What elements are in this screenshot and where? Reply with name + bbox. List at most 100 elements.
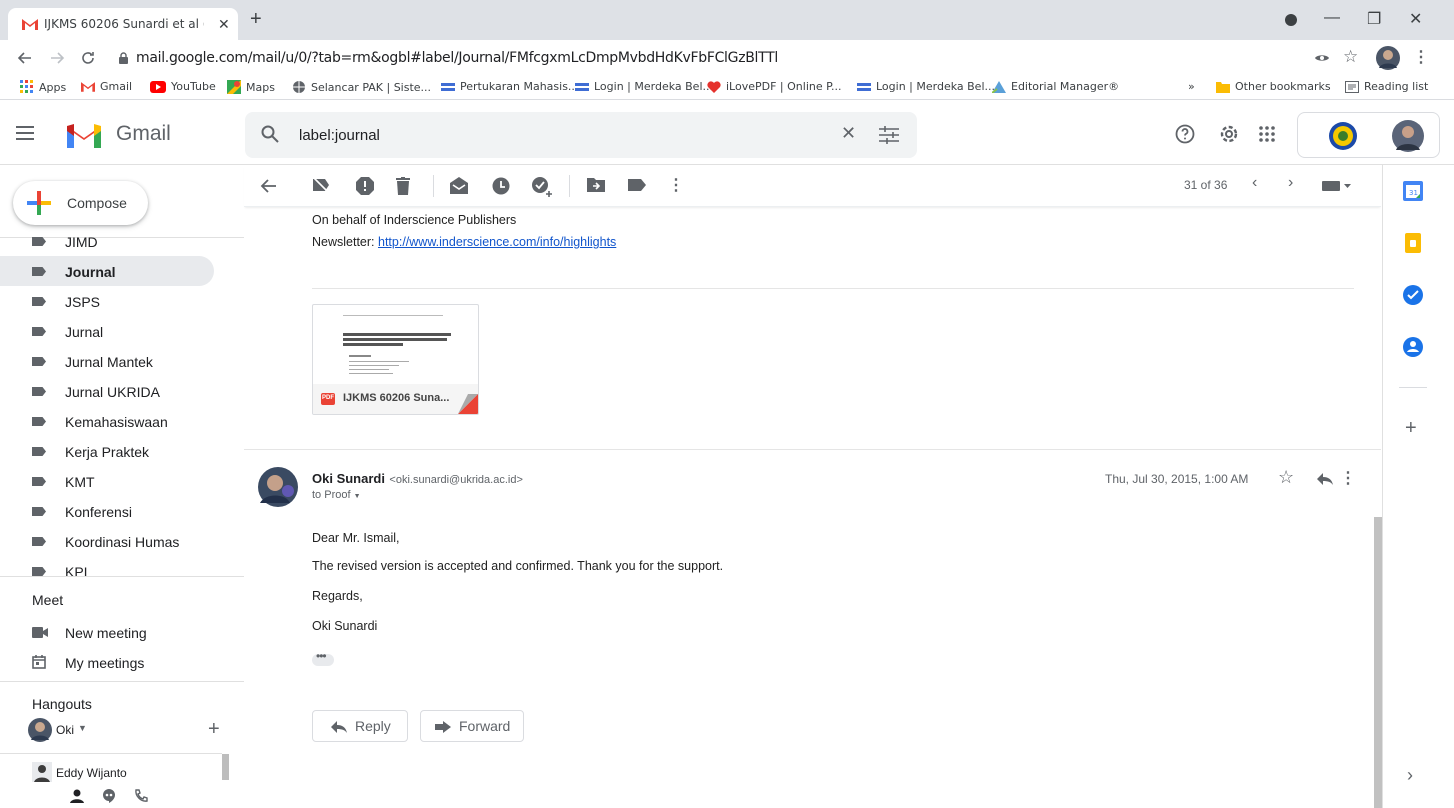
eye-icon[interactable]: [1314, 52, 1330, 64]
label-kerja-praktek[interactable]: Kerja Praktek: [0, 436, 214, 466]
snooze-clock-icon[interactable]: [492, 177, 510, 195]
maximize-icon[interactable]: ❐: [1367, 9, 1381, 29]
labels-icon[interactable]: [628, 179, 646, 191]
main-scrollbar-thumb[interactable]: [1374, 517, 1382, 808]
compose-button[interactable]: Compose: [13, 181, 148, 225]
bookmark-apps[interactable]: Apps: [20, 80, 66, 94]
label-jimd[interactable]: JIMD: [0, 226, 214, 256]
new-tab-icon[interactable]: +: [250, 8, 262, 31]
minimize-icon[interactable]: —: [1324, 9, 1340, 27]
lock-icon[interactable]: [118, 52, 129, 65]
reload-icon[interactable]: [80, 50, 96, 66]
new-conversation-icon[interactable]: +: [208, 718, 220, 741]
message-more-icon[interactable]: ⋮: [1340, 468, 1356, 488]
google-keep-icon[interactable]: [1403, 233, 1423, 253]
show-side-panel-icon[interactable]: ›: [1407, 765, 1413, 786]
more-actions-icon[interactable]: ⋮: [668, 175, 684, 195]
hangouts-self-status[interactable]: Oki ▼ +: [28, 718, 228, 744]
mark-unread-icon[interactable]: [450, 177, 468, 194]
label-konferensi[interactable]: Konferensi: [0, 496, 214, 526]
bookmark-gmail[interactable]: Gmail: [81, 80, 132, 93]
contacts-person-icon[interactable]: [70, 789, 84, 803]
show-trimmed-content-button[interactable]: •••: [312, 649, 334, 666]
search-bar[interactable]: label:journal ✕: [245, 112, 917, 158]
reading-list-button[interactable]: Reading list: [1345, 80, 1428, 93]
phone-icon[interactable]: [134, 789, 148, 803]
bookmark-pertukaran[interactable]: Pertukaran Mahasis...: [441, 80, 578, 93]
archive-icon[interactable]: [312, 177, 330, 193]
reply-icon[interactable]: [1317, 473, 1333, 485]
search-icon[interactable]: [261, 125, 279, 143]
bookmark-youtube[interactable]: YouTube: [150, 80, 216, 93]
profile-dot-icon[interactable]: [1284, 13, 1298, 27]
bookmark-ilovepdf[interactable]: iLovePDF | Online P...: [707, 80, 842, 93]
bookmark-merdeka-1[interactable]: Login | Merdeka Bel...: [575, 80, 713, 93]
other-bookmarks-button[interactable]: Other bookmarks: [1216, 80, 1331, 93]
close-tab-icon[interactable]: ✕: [218, 16, 230, 33]
label-jurnal-mantek[interactable]: Jurnal Mantek: [0, 346, 214, 376]
label-kemahasiswaan[interactable]: Kemahasiswaan: [0, 406, 214, 436]
bookmark-merdeka-2[interactable]: Login | Merdeka Bel...: [857, 80, 995, 93]
bookmarks-overflow-button[interactable]: »: [1188, 80, 1195, 93]
move-to-icon[interactable]: [587, 177, 605, 192]
url-text[interactable]: mail.google.com/mail/u/0/?tab=rm&ogbl#la…: [136, 50, 778, 66]
bookmark-selancar[interactable]: Selancar PAK | Siste...: [292, 80, 431, 94]
search-input[interactable]: label:journal: [299, 127, 380, 144]
message-closing: Regards,: [312, 589, 363, 603]
star-bookmark-icon[interactable]: ☆: [1343, 47, 1358, 67]
main-menu-icon[interactable]: [16, 126, 34, 140]
profile-avatar-icon[interactable]: [1376, 46, 1400, 70]
label-jsps[interactable]: JSPS: [0, 286, 214, 316]
star-icon[interactable]: ☆: [1278, 467, 1294, 488]
forward-icon[interactable]: [50, 51, 66, 65]
get-addons-plus-icon[interactable]: +: [1405, 417, 1417, 440]
add-to-tasks-icon[interactable]: [532, 177, 552, 197]
bookmark-editorial-manager[interactable]: Editorial Manager®: [992, 80, 1119, 93]
self-name: Oki: [56, 723, 74, 737]
browser-menu-icon[interactable]: ⋮: [1413, 47, 1429, 67]
label-journal[interactable]: Journal: [0, 256, 214, 286]
sender-avatar[interactable]: [258, 467, 298, 507]
newer-message-icon[interactable]: ‹: [1252, 174, 1257, 192]
account-avatar[interactable]: [1392, 120, 1424, 152]
back-icon[interactable]: [16, 51, 32, 65]
settings-gear-icon[interactable]: [1218, 123, 1240, 145]
delete-icon[interactable]: [396, 177, 410, 195]
help-icon[interactable]: [1175, 124, 1195, 144]
hangouts-quote-icon[interactable]: [102, 789, 116, 803]
google-calendar-icon[interactable]: 31: [1403, 181, 1423, 201]
label-kpi[interactable]: KPI: [0, 556, 214, 576]
my-meetings-item[interactable]: My meetings: [0, 647, 214, 677]
label-name: KMT: [65, 474, 95, 490]
pdf-attachment[interactable]: PDF IJKMS 60206 Suna...: [312, 304, 479, 415]
newsletter-line: Newsletter: http://www.inderscience.com/…: [312, 235, 616, 249]
google-apps-icon[interactable]: [1259, 126, 1275, 142]
search-options-icon[interactable]: [879, 126, 899, 144]
omnibox[interactable]: mail.google.com/mail/u/0/?tab=rm&ogbl#la…: [106, 45, 1336, 73]
label-jurnal[interactable]: Jurnal: [0, 316, 214, 346]
reply-button[interactable]: Reply: [312, 710, 408, 742]
bookmark-maps[interactable]: Maps: [227, 80, 275, 94]
google-contacts-icon[interactable]: [1403, 337, 1423, 357]
hangouts-scrollbar[interactable]: [222, 754, 229, 780]
google-tasks-icon[interactable]: [1403, 285, 1423, 305]
new-meeting-item[interactable]: New meeting: [0, 617, 214, 647]
gmail-logo-icon[interactable]: [67, 122, 101, 148]
window-close-icon[interactable]: ✕: [1409, 9, 1422, 29]
forward-button[interactable]: Forward: [420, 710, 524, 742]
account-switcher[interactable]: [1297, 112, 1440, 158]
recipient-line[interactable]: to Proof ▼: [312, 489, 361, 501]
report-spam-icon[interactable]: [356, 177, 374, 195]
browser-tab[interactable]: IJKMS 60206 Sunardi et al (F2) - o ✕: [8, 8, 238, 40]
label-kmt[interactable]: KMT: [0, 466, 214, 496]
older-message-icon[interactable]: ›: [1288, 174, 1293, 192]
back-to-list-icon[interactable]: [260, 179, 276, 193]
organization-logo: [1329, 122, 1357, 150]
clear-search-icon[interactable]: ✕: [841, 123, 856, 144]
sender-name[interactable]: Oki Sunardi: [312, 471, 385, 486]
hangouts-contact[interactable]: Eddy Wijanto: [32, 762, 222, 784]
input-tools-icon[interactable]: [1322, 181, 1352, 191]
label-jurnal-ukrida[interactable]: Jurnal UKRIDA: [0, 376, 214, 406]
label-koordinasi-humas[interactable]: Koordinasi Humas: [0, 526, 214, 556]
newsletter-link[interactable]: http://www.inderscience.com/info/highlig…: [378, 235, 616, 249]
